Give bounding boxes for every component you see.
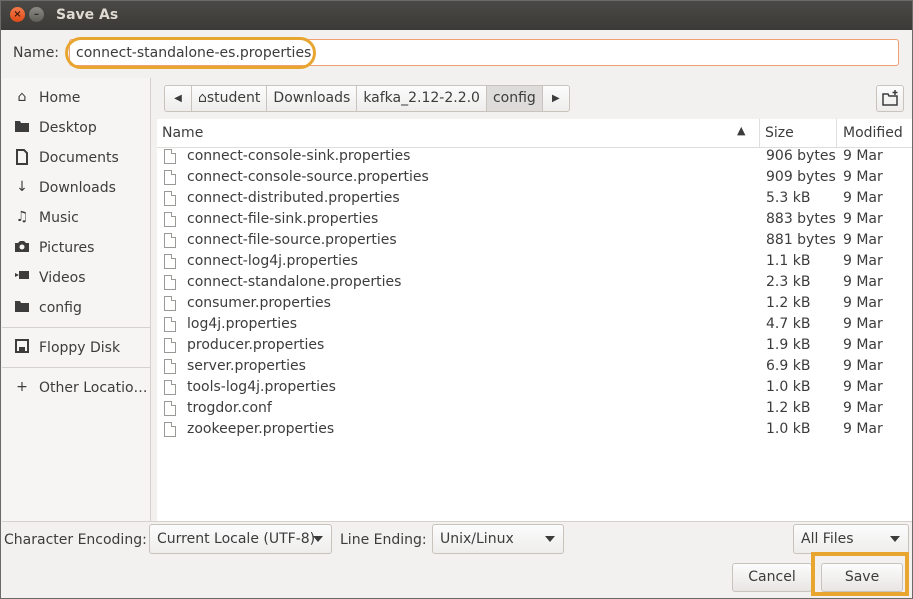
floppy-icon [14,339,30,355]
file-row[interactable]: connect-standalone.properties 2.3 kB 9 Mar [157,273,912,294]
file-icon [164,149,176,164]
path-segment[interactable]: kafka_2.12-2.2.0 [357,86,487,111]
camera-icon [14,239,30,255]
path-scroll-left-button[interactable]: ◀ [165,86,192,111]
line-ending-select[interactable]: Unix/Linux [432,524,564,554]
file-icon [164,317,176,332]
path-scroll-right-button[interactable]: ▶ [543,86,569,111]
character-encoding-label: Character Encoding: [4,532,147,548]
sidebar-item-music[interactable]: ♫ Music [2,203,150,233]
folder-icon [14,119,30,135]
window-title: Save As [56,7,119,23]
sidebar-separator [2,367,150,368]
file-row[interactable]: log4j.properties 4.7 kB 9 Mar [157,315,912,336]
file-icon [164,338,176,353]
file-icon [164,275,176,290]
sidebar-item-label: Home [39,90,81,106]
file-icon [164,212,176,227]
file-row[interactable]: zookeeper.properties 1.0 kB 9 Mar [157,420,912,441]
file-icon [164,170,176,185]
filename-input[interactable]: connect-standalone-es.properties [69,39,899,66]
new-folder-button[interactable] [876,85,904,112]
sidebar-item-label: Pictures [39,240,95,256]
line-ending-label: Line Ending: [340,532,427,548]
file-icon [164,380,176,395]
file-row[interactable]: connect-log4j.properties 1.1 kB 9 Mar [157,252,912,273]
dropdown-arrow-icon [890,536,900,542]
folder-icon [14,299,30,315]
cancel-button[interactable]: Cancel [732,563,812,592]
file-row[interactable]: connect-file-source.properties 881 bytes 9… [157,231,912,252]
file-list-header: Name ▲ Size Modified [157,119,912,148]
music-icon: ♫ [15,209,29,225]
sidebar-item-home[interactable]: ⌂ Home [2,83,150,113]
file-icon [164,233,176,248]
sidebar-item-label: Other Locatio… [39,380,148,396]
file-row[interactable]: connect-file-sink.properties 883 bytes 9 M… [157,210,912,231]
file-row[interactable]: consumer.properties 1.2 kB 9 Mar [157,294,912,315]
path-segment[interactable]: Downloads [267,86,358,111]
dropdown-arrow-icon [313,536,323,542]
video-icon [14,269,30,285]
file-icon [164,254,176,269]
file-row[interactable]: connect-distributed.properties 5.3 kB 9 Ma… [157,189,912,210]
sidebar-item-documents[interactable]: Documents [2,143,150,173]
save-button[interactable]: Save [821,563,903,592]
sidebar-item-label: Documents [39,150,119,166]
home-icon: ⌂ [17,89,27,105]
plus-icon: + [16,379,28,395]
sidebar-item-config[interactable]: config [2,293,150,323]
sidebar-item-label: Floppy Disk [39,340,121,356]
file-icon [164,191,176,206]
sidebar-item-other-locations[interactable]: + Other Locatio… [2,373,150,403]
character-encoding-select[interactable]: Current Locale (UTF-8) [149,524,332,554]
file-icon [164,422,176,437]
file-row[interactable]: connect-console-source.properties 909 byt… [157,168,912,189]
file-row[interactable]: connect-console-sink.properties 906 bytes… [157,147,912,168]
file-list[interactable]: Name ▲ Size Modified connect-console-sin… [157,119,912,521]
name-label: Name: [13,45,60,61]
path-bar: ◀ ⌂student Downloads kafka_2.12-2.2.0 co… [164,85,570,112]
document-icon [14,149,30,165]
file-filter-select[interactable]: All Files [793,524,909,554]
file-icon [164,359,176,374]
home-icon: ⌂ [198,90,207,106]
sidebar-item-floppy-disk[interactable]: Floppy Disk [2,333,150,363]
sort-ascending-icon: ▲ [737,124,746,137]
file-row[interactable]: producer.properties 1.9 kB 9 Mar [157,336,912,357]
sidebar-item-label: Music [39,210,79,226]
column-name[interactable]: Name [162,125,203,141]
minimize-window-button[interactable]: – [29,7,44,22]
sidebar-item-videos[interactable]: Videos [2,263,150,293]
places-sidebar: ⌂ Home Desktop Documents ↓ Downloads ♫ M… [2,78,151,521]
file-icon [164,401,176,416]
save-as-dialog: × – Save As Name: connect-standalone-es.… [0,0,913,599]
new-folder-icon [882,90,898,106]
sidebar-separator [2,327,150,328]
file-row[interactable]: tools-log4j.properties 1.0 kB 9 Mar [157,378,912,399]
column-size[interactable]: Size [765,125,794,141]
sidebar-item-label: Downloads [39,180,116,196]
column-modified[interactable]: Modified [843,125,903,141]
titlebar: × – Save As [1,1,912,30]
dropdown-arrow-icon [545,536,555,542]
file-row[interactable]: server.properties 6.9 kB 9 Mar [157,357,912,378]
sidebar-item-label: config [39,300,82,316]
file-row[interactable]: trogdor.conf 1.2 kB 9 Mar [157,399,912,420]
file-icon [164,296,176,311]
path-segment-current[interactable]: config [486,86,543,111]
sidebar-item-label: Videos [39,270,86,286]
close-window-button[interactable]: × [10,7,25,22]
download-icon: ↓ [16,179,28,195]
sidebar-item-label: Desktop [39,120,97,136]
sidebar-item-downloads[interactable]: ↓ Downloads [2,173,150,203]
path-segment-home[interactable]: ⌂student [192,86,268,111]
sidebar-item-pictures[interactable]: Pictures [2,233,150,263]
sidebar-item-desktop[interactable]: Desktop [2,113,150,143]
